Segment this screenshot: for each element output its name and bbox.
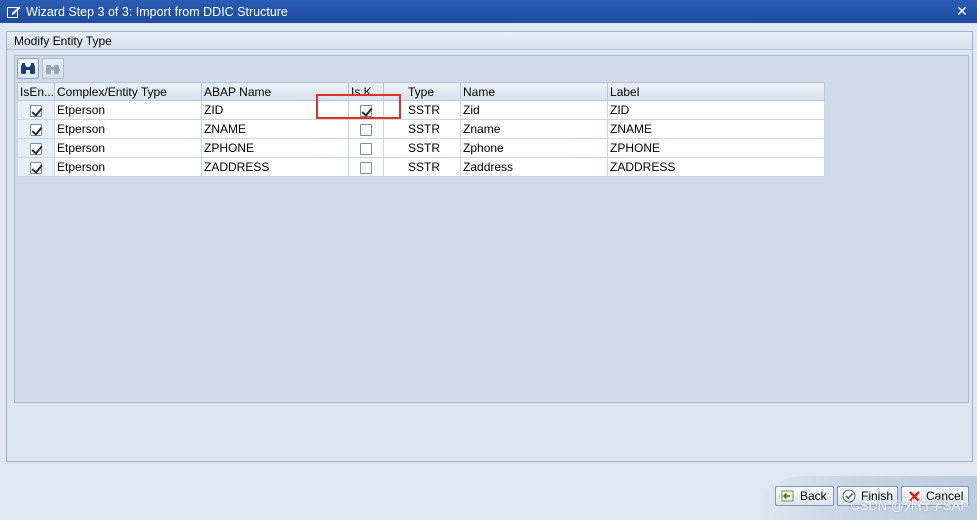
find-next-icon[interactable] bbox=[42, 58, 64, 79]
type-cell[interactable]: SSTR bbox=[383, 119, 462, 139]
back-button[interactable]: Back bbox=[775, 486, 834, 506]
window-title: Wizard Step 3 of 3: Import from DDIC Str… bbox=[26, 4, 288, 19]
abap-name-cell[interactable]: ZNAME bbox=[201, 119, 350, 139]
is-key-checkbox[interactable] bbox=[360, 123, 373, 136]
name-cell[interactable]: Zaddress bbox=[460, 157, 609, 177]
is-key-cell[interactable] bbox=[348, 157, 385, 177]
is-entity-checkbox[interactable] bbox=[30, 123, 42, 136]
label-cell[interactable]: ZNAME bbox=[607, 119, 826, 139]
col-header-entity-type[interactable]: Complex/Entity Type bbox=[54, 82, 203, 101]
is-entity-cell[interactable] bbox=[16, 100, 56, 120]
table-toolbar bbox=[17, 58, 64, 80]
is-entity-checkbox[interactable] bbox=[30, 161, 42, 174]
back-arrow-icon bbox=[780, 489, 796, 503]
is-entity-checkbox[interactable] bbox=[30, 142, 42, 155]
name-cell[interactable]: Zphone bbox=[460, 138, 609, 158]
entity-type-cell[interactable]: Etperson bbox=[54, 119, 203, 139]
col-header-label[interactable]: Label bbox=[607, 82, 826, 101]
highlight-box bbox=[316, 94, 401, 119]
type-cell[interactable]: SSTR bbox=[383, 138, 462, 158]
binoculars-icon[interactable] bbox=[17, 58, 39, 79]
abap-name-cell[interactable]: ZADDRESS bbox=[201, 157, 350, 177]
window-titlebar: Wizard Step 3 of 3: Import from DDIC Str… bbox=[0, 0, 977, 23]
col-header-name[interactable]: Name bbox=[460, 82, 609, 101]
label-cell[interactable]: ZID bbox=[607, 100, 826, 120]
watermark-text: CSDN @外行学SAP bbox=[850, 498, 969, 513]
is-key-checkbox[interactable] bbox=[360, 142, 373, 155]
table-container: IsEn... Complex/Entity Type ABAP Name Is… bbox=[14, 55, 969, 403]
modify-entity-frame: Modify Entity Type IsEn... Complex/Entit… bbox=[6, 31, 973, 462]
is-key-cell[interactable] bbox=[348, 138, 385, 158]
close-icon[interactable]: ✕ bbox=[953, 3, 971, 20]
entity-type-cell[interactable]: Etperson bbox=[54, 157, 203, 177]
table-row: Etperson ZID SSTR Zid ZID bbox=[16, 100, 826, 120]
table-row: Etperson ZADDRESS SSTR Zaddress ZADDRESS bbox=[16, 157, 826, 177]
table-row: Etperson ZPHONE SSTR Zphone ZPHONE bbox=[16, 138, 826, 158]
label-cell[interactable]: ZPHONE bbox=[607, 138, 826, 158]
wizard-edit-icon bbox=[7, 6, 21, 18]
table-row: Etperson ZNAME SSTR Zname ZNAME bbox=[16, 119, 826, 139]
is-entity-cell[interactable] bbox=[16, 157, 56, 177]
back-label: Back bbox=[800, 489, 827, 503]
is-key-cell[interactable] bbox=[348, 119, 385, 139]
abap-name-cell[interactable]: ZPHONE bbox=[201, 138, 350, 158]
name-cell[interactable]: Zname bbox=[460, 119, 609, 139]
frame-title: Modify Entity Type bbox=[7, 32, 972, 50]
col-header-is-entity[interactable]: IsEn... bbox=[16, 82, 56, 101]
is-entity-cell[interactable] bbox=[16, 119, 56, 139]
name-cell[interactable]: Zid bbox=[460, 100, 609, 120]
is-entity-cell[interactable] bbox=[16, 138, 56, 158]
is-key-checkbox[interactable] bbox=[360, 161, 373, 174]
entity-type-cell[interactable]: Etperson bbox=[54, 100, 203, 120]
label-cell[interactable]: ZADDRESS bbox=[607, 157, 826, 177]
entity-table: IsEn... Complex/Entity Type ABAP Name Is… bbox=[16, 82, 826, 177]
is-entity-checkbox[interactable] bbox=[30, 104, 42, 117]
table-header-row: IsEn... Complex/Entity Type ABAP Name Is… bbox=[16, 82, 826, 101]
entity-type-cell[interactable]: Etperson bbox=[54, 138, 203, 158]
type-cell[interactable]: SSTR bbox=[383, 157, 462, 177]
